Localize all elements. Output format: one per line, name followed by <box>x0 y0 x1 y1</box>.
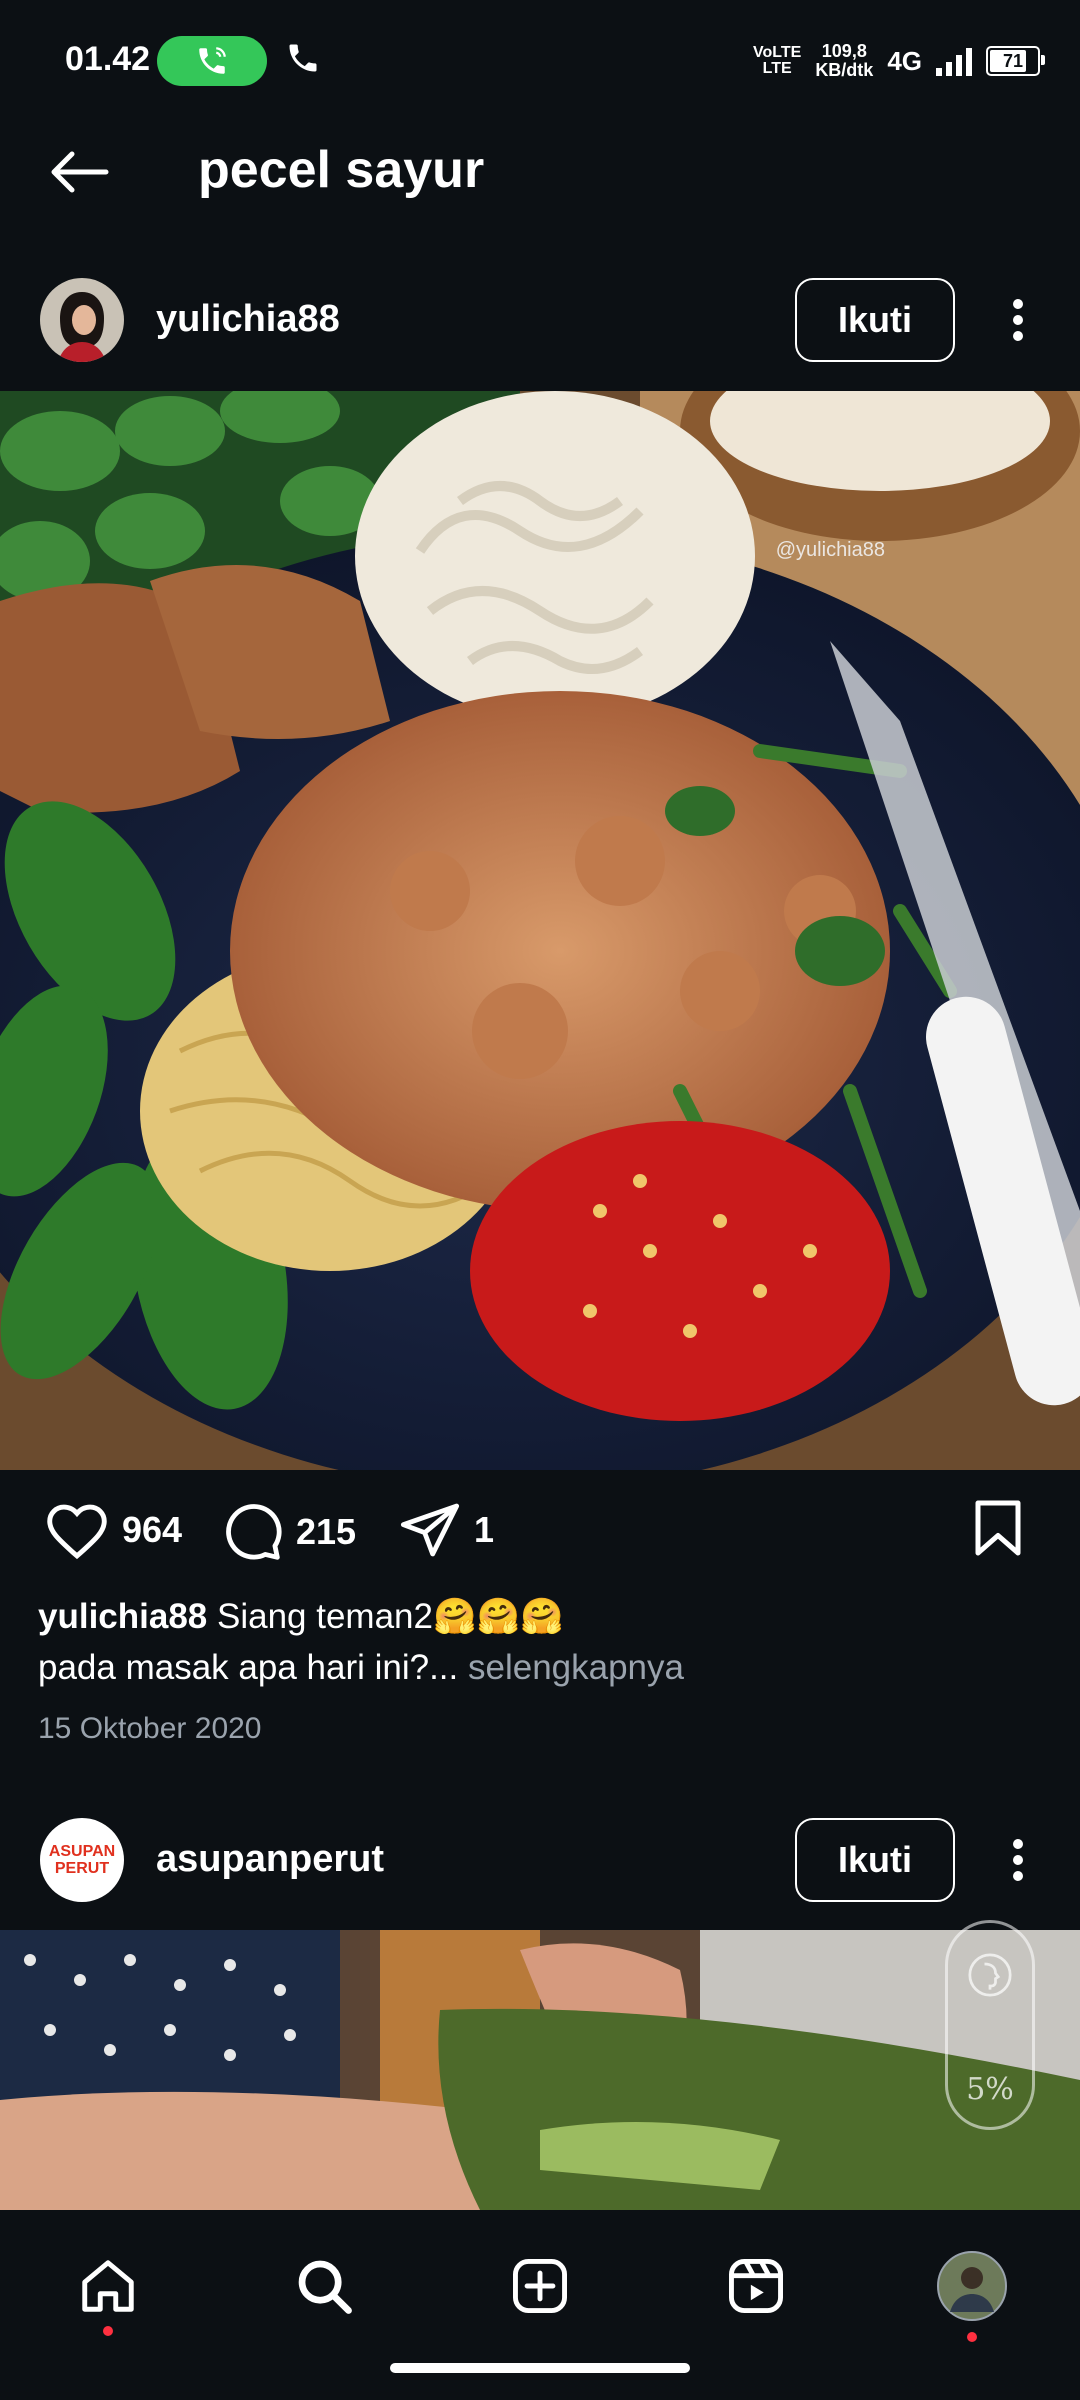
notification-dot <box>103 2326 113 2336</box>
food-photo-pecel-sayur <box>0 391 1080 1470</box>
nav-reels[interactable] <box>716 2246 796 2326</box>
post-actions: 964 215 1 <box>0 1470 1080 1600</box>
post-username[interactable]: yulichia88 <box>156 298 340 341</box>
signal-icon <box>936 46 972 76</box>
post-username[interactable]: asupanperut <box>156 1838 384 1881</box>
save-button[interactable] <box>972 1498 1032 1564</box>
bookmark-icon <box>975 1500 1021 1556</box>
nav-profile[interactable] <box>932 2246 1012 2342</box>
download-progress-badge[interactable]: 5% <box>945 1920 1035 2130</box>
post-image[interactable] <box>0 1930 1080 2210</box>
like-button[interactable]: 964 <box>44 1500 182 1560</box>
follow-button[interactable]: Ikuti <box>795 1818 955 1902</box>
reels-icon <box>729 2259 783 2313</box>
create-icon <box>513 2259 567 2313</box>
search-icon <box>298 2260 352 2314</box>
user-avatar-photo <box>40 278 124 362</box>
send-icon <box>400 1503 460 1557</box>
volte-indicator: VoLTE LTE <box>753 44 802 77</box>
avatar-logo-text-top: ASUPAN <box>48 1843 116 1860</box>
nav-create[interactable] <box>500 2246 580 2326</box>
home-icon <box>82 2260 134 2312</box>
phone-icon <box>285 40 325 80</box>
back-button[interactable] <box>38 140 118 204</box>
cooking-photo <box>0 1930 1080 2210</box>
face-profile-icon <box>968 1953 1012 1997</box>
battery-icon: 71 <box>986 46 1045 76</box>
network-type: 4G <box>887 45 922 76</box>
follow-button[interactable]: Ikuti <box>795 278 955 362</box>
avatar-logo-text-bottom: PERUT <box>54 1860 110 1877</box>
caption-line-2: pada masak apa hari ini?... selengkapnya <box>38 1648 684 1688</box>
avatar[interactable]: ASUPAN PERUT <box>40 1818 124 1902</box>
nav-home[interactable] <box>68 2246 148 2336</box>
more-vertical-icon <box>1013 299 1023 341</box>
image-watermark: @yulichia88 <box>775 539 885 561</box>
gesture-home-indicator[interactable] <box>390 2363 690 2373</box>
caption-line-1: yulichia88 Siang teman2🤗🤗🤗 <box>38 1596 564 1637</box>
more-vertical-icon <box>1013 1839 1023 1881</box>
post-image[interactable]: @yulichia88 <box>0 391 1080 1470</box>
comment-icon <box>226 1504 282 1560</box>
caption-text: Siang teman2🤗🤗🤗 <box>207 1597 564 1636</box>
phone-wave-icon <box>199 47 226 74</box>
avatar[interactable] <box>40 278 124 362</box>
progress-percent: 5% <box>966 2072 1014 2107</box>
status-indicators: VoLTE LTE 109,8 KB/dtk 4G 71 <box>753 36 1045 86</box>
post-date: 15 Oktober 2020 <box>38 1712 262 1745</box>
network-speed: 109,8 KB/dtk <box>815 41 874 80</box>
status-time: 01.42 <box>65 40 151 78</box>
arrow-left-icon <box>51 151 109 193</box>
notification-dot <box>967 2332 977 2342</box>
see-more-link[interactable]: selengkapnya <box>458 1648 684 1687</box>
comment-count: 215 <box>296 1511 357 1552</box>
share-count: 1 <box>474 1509 495 1550</box>
page-title: pecel sayur <box>198 141 485 199</box>
caption-text-continued: pada masak apa hari ini?... <box>38 1648 459 1687</box>
caption-username[interactable]: yulichia88 <box>38 1597 207 1636</box>
like-count: 964 <box>122 1509 183 1550</box>
profile-avatar <box>937 2251 1007 2321</box>
more-options-button[interactable] <box>998 278 1038 362</box>
comment-button[interactable]: 215 <box>220 1500 356 1564</box>
status-bar: 01.42 VoLTE LTE 109,8 KB/dtk 4G 71 <box>0 0 1080 120</box>
nav-search[interactable] <box>284 2246 364 2326</box>
share-button[interactable]: 1 <box>398 1500 494 1560</box>
ongoing-call-pill[interactable] <box>157 36 267 86</box>
heart-icon <box>47 1504 107 1560</box>
more-options-button[interactable] <box>998 1818 1038 1902</box>
